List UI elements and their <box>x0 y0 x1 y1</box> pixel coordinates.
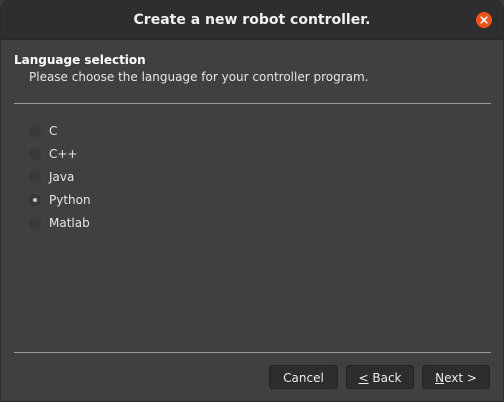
radio-button[interactable] <box>29 147 41 160</box>
radio-label: Matlab <box>49 215 90 230</box>
radio-button[interactable] <box>29 170 41 183</box>
back-button[interactable]: < Back <box>346 365 414 389</box>
language-radio-group: C C++ Java Python Matlab <box>29 119 91 234</box>
radio-label: C <box>49 123 58 138</box>
title-bar[interactable]: Create a new robot controller. <box>1 1 503 40</box>
radio-option-matlab[interactable]: Matlab <box>29 211 91 234</box>
radio-label: C++ <box>49 146 78 161</box>
radio-label: Python <box>49 192 91 207</box>
next-button[interactable]: Next > <box>422 365 490 389</box>
radio-option-cpp[interactable]: C++ <box>29 142 91 165</box>
cancel-button[interactable]: Cancel <box>269 365 338 389</box>
radio-option-java[interactable]: Java <box>29 165 91 188</box>
radio-button[interactable] <box>29 216 41 229</box>
close-button[interactable] <box>476 12 492 28</box>
page-heading: Language selection <box>14 53 146 67</box>
radio-label: Java <box>49 169 75 184</box>
page-header: Language selection Please choose the lan… <box>14 52 494 85</box>
bottom-divider <box>14 352 491 353</box>
window-title: Create a new robot controller. <box>133 12 371 28</box>
dialog-window: Create a new robot controller. Language … <box>0 0 504 402</box>
button-row: Cancel < Back Next > <box>269 365 490 389</box>
close-icon <box>480 16 488 24</box>
radio-button-selected[interactable] <box>29 193 41 206</box>
next-mnemonic: N <box>435 371 445 385</box>
radio-option-python[interactable]: Python <box>29 188 91 211</box>
next-label: ext > <box>444 371 477 385</box>
radio-button[interactable] <box>29 124 41 137</box>
back-mnemonic: < <box>358 371 369 385</box>
radio-option-c[interactable]: C <box>29 119 91 142</box>
top-divider <box>14 103 491 104</box>
page-subheading: Please choose the language for your cont… <box>29 70 369 84</box>
back-label: Back <box>368 371 402 385</box>
